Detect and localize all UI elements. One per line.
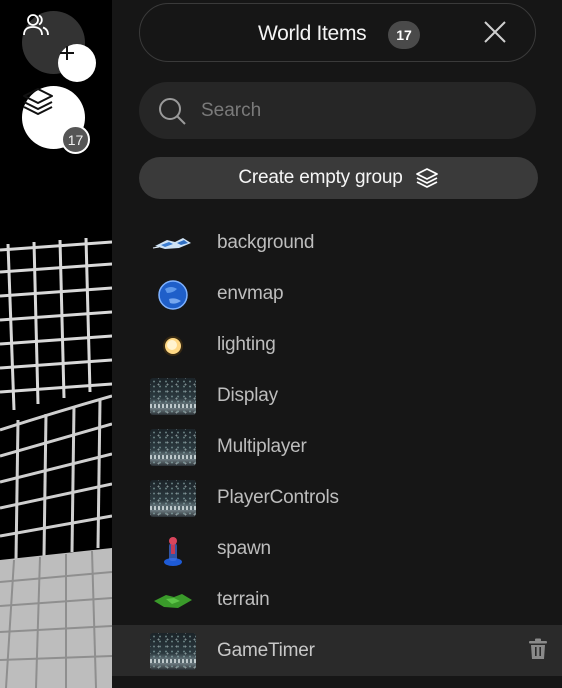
create-group-label: Create empty group [238, 167, 403, 188]
item-label: Display [217, 385, 278, 406]
add-user-button[interactable] [58, 44, 96, 82]
list-item-terrain[interactable]: terrain [112, 574, 562, 625]
item-label: PlayerControls [217, 487, 339, 508]
app-root: 17 World Items 17 Search Create empty gr… [0, 0, 562, 688]
world-viewport[interactable]: 17 [0, 0, 112, 688]
world-items-panel: World Items 17 Create empty group [112, 0, 562, 688]
code-thumb [150, 378, 196, 415]
code-thumb [150, 633, 196, 670]
list-item-lighting[interactable]: lighting [112, 319, 562, 370]
spawn-thumb [150, 531, 196, 568]
delete-button[interactable] [526, 638, 550, 665]
item-label: Multiplayer [217, 436, 307, 457]
list-item-background[interactable]: background [112, 217, 562, 268]
list-item-envmap[interactable]: envmap [112, 268, 562, 319]
item-label: GameTimer [217, 640, 315, 661]
panel-title: World Items [258, 22, 367, 45]
item-label: envmap [217, 283, 284, 304]
list-item-playercontrols[interactable]: PlayerControls [112, 472, 562, 523]
search-input[interactable] [199, 94, 523, 128]
item-count-badge: 17 [388, 21, 420, 49]
item-label: terrain [217, 589, 270, 610]
list-item-spawn[interactable]: spawn [112, 523, 562, 574]
world-items-count-badge: 17 [61, 125, 90, 154]
item-label: spawn [217, 538, 271, 559]
search-bar[interactable] [139, 82, 536, 139]
background-thumb [150, 225, 196, 262]
world-items-list: background envmap lighting Display Multi… [112, 217, 562, 676]
code-thumb [150, 429, 196, 466]
terrain-thumb [150, 582, 196, 619]
close-button[interactable] [480, 19, 510, 49]
envmap-thumb [150, 276, 196, 313]
panel-header: World Items 17 [139, 3, 536, 62]
item-label: background [217, 232, 315, 253]
list-item-gametimer[interactable]: GameTimer [112, 625, 562, 676]
list-item-display[interactable]: Display [112, 370, 562, 421]
create-empty-group-button[interactable]: Create empty group [139, 157, 538, 199]
trash-icon [528, 638, 548, 665]
item-label: lighting [217, 334, 276, 355]
close-icon [483, 20, 507, 49]
layers-icon [415, 167, 439, 189]
list-item-multiplayer[interactable]: Multiplayer [112, 421, 562, 472]
code-thumb [150, 480, 196, 517]
lighting-thumb [150, 327, 196, 364]
search-icon [157, 96, 187, 126]
